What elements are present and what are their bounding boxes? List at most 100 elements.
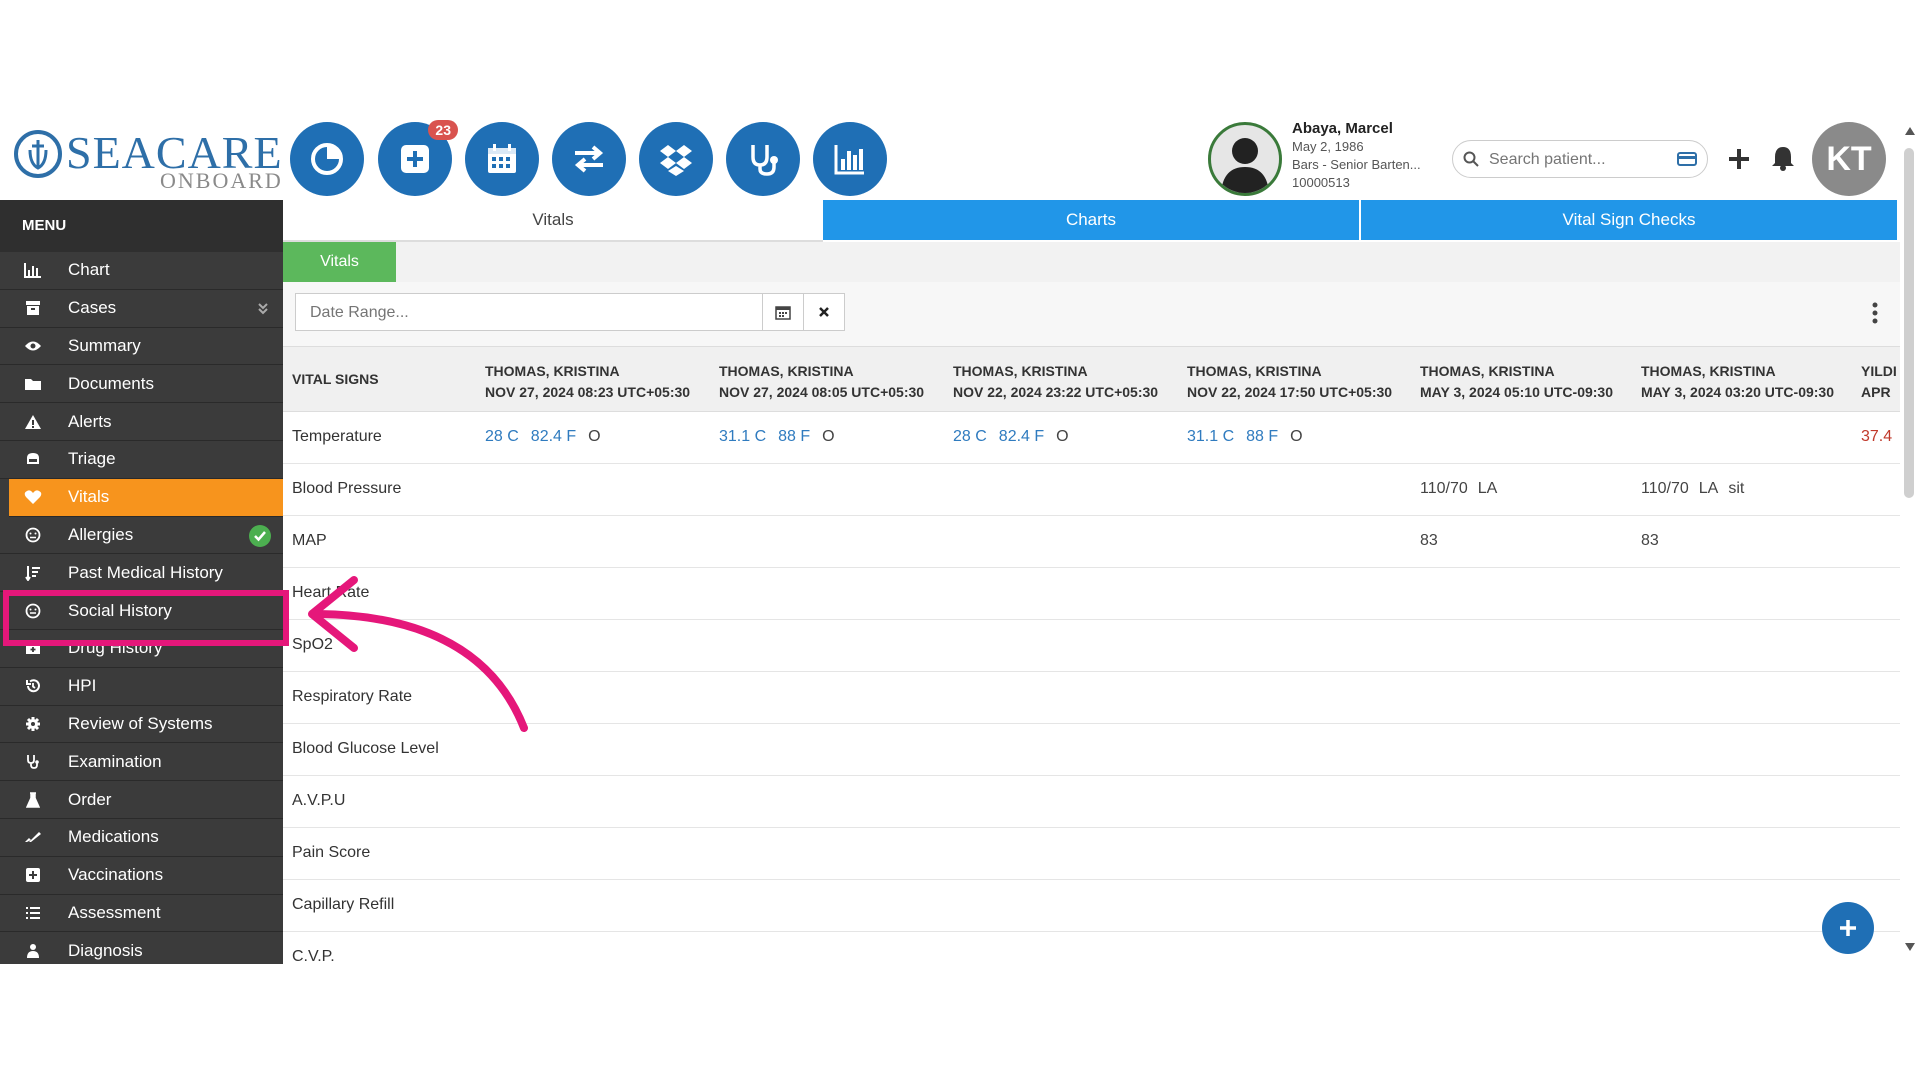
- row-label: SpO2: [292, 636, 333, 653]
- cog-icon: [22, 713, 44, 735]
- sidebar-item-allergies[interactable]: Allergies: [0, 517, 283, 555]
- calendar-picker-button[interactable]: [762, 293, 804, 331]
- temp-fahrenheit-link[interactable]: 82.4 F: [531, 428, 576, 445]
- table-header: VITAL SIGNS THOMAS, KRISTINA NOV 27, 2024…: [283, 347, 1900, 412]
- row-label: Heart Rate: [292, 584, 370, 601]
- bp-side: LA: [1477, 480, 1498, 497]
- sidebar-item-vitals[interactable]: Vitals: [9, 478, 283, 517]
- add-icon[interactable]: [1726, 146, 1752, 172]
- flask-icon: [22, 789, 44, 811]
- temp-celsius-link[interactable]: 37.4: [1861, 428, 1892, 445]
- sidebar-item-label: Order: [68, 789, 112, 809]
- tab-bar: Vitals Charts Vital Sign Checks: [283, 200, 1900, 242]
- patient-role: Bars - Senior Barten...: [1292, 157, 1421, 172]
- table-cell: 110/70 LA sit: [1641, 480, 1754, 498]
- dashboard-button[interactable]: [290, 122, 364, 196]
- sidebar-item-label: HPI: [68, 676, 97, 696]
- tab-charts[interactable]: Charts: [823, 200, 1359, 240]
- map-value: 83: [1420, 532, 1438, 549]
- smile-icon: [22, 600, 44, 622]
- transfer-button[interactable]: [552, 122, 626, 196]
- tab-vitals[interactable]: Vitals: [283, 200, 823, 242]
- patient-photo[interactable]: [1208, 122, 1282, 196]
- column-user: THOMAS, KRISTINA: [1641, 363, 1776, 379]
- sidebar-item-alerts[interactable]: Alerts: [0, 403, 283, 441]
- temp-celsius-link[interactable]: 31.1 C: [719, 428, 766, 445]
- temp-fahrenheit-link[interactable]: 82.4 F: [999, 428, 1044, 445]
- face-icon: [22, 524, 44, 546]
- sidebar-item-label: Review of Systems: [68, 713, 213, 733]
- temp-fahrenheit-link[interactable]: 88 F: [1246, 428, 1278, 445]
- sidebar-item-medications[interactable]: Medications: [0, 819, 283, 857]
- bp-position: sit: [1728, 480, 1745, 497]
- sidebar-item-diagnosis[interactable]: Diagnosis: [0, 932, 283, 964]
- column-date: NOV 22, 2024 17:50 UTC+05:30: [1187, 384, 1393, 400]
- sidebar-item-social-history[interactable]: Social History: [0, 592, 283, 630]
- date-range-input[interactable]: [308, 301, 742, 325]
- row-label: Blood Glucose Level: [292, 740, 439, 757]
- temp-site: O: [822, 428, 835, 445]
- column-header: THOMAS, KRISTINA MAY 3, 2024 05:10 UTC-09…: [1420, 361, 1613, 403]
- sidebar-item-vaccinations[interactable]: Vaccinations: [0, 857, 283, 895]
- column-date: NOV 27, 2024 08:23 UTC+05:30: [485, 384, 691, 400]
- sidebar-item-chart[interactable]: Chart: [0, 252, 283, 290]
- table-row-respiratory-rate: Respiratory Rate: [283, 672, 1900, 724]
- logo[interactable]: SEACARE ONBOARD: [14, 122, 282, 193]
- tab-vital-sign-checks[interactable]: Vital Sign Checks: [1361, 200, 1897, 240]
- sidebar-item-order[interactable]: Order: [0, 781, 283, 819]
- sidebar-item-cases[interactable]: Cases: [0, 290, 283, 328]
- briefcase-medical-icon: [22, 637, 44, 659]
- sidebar-item-summary[interactable]: Summary: [0, 328, 283, 366]
- sidebar-item-assessment[interactable]: Assessment: [0, 895, 283, 933]
- bell-icon[interactable]: [1770, 144, 1796, 172]
- vertical-scrollbar[interactable]: [1900, 116, 1920, 964]
- table-cell: 31.1 C 88 F O: [719, 428, 845, 446]
- pills-icon: [22, 826, 44, 848]
- add-vitals-fab-button[interactable]: [1822, 902, 1874, 954]
- reports-button[interactable]: [813, 122, 887, 196]
- user-avatar[interactable]: KT: [1812, 122, 1886, 196]
- temp-celsius-link[interactable]: 28 C: [953, 428, 987, 445]
- sidebar-item-label: Documents: [68, 373, 154, 393]
- column-date: MAY 3, 2024 05:10 UTC-09:30: [1420, 384, 1613, 400]
- table-row-heart-rate: Heart Rate: [283, 568, 1900, 620]
- more-options-icon[interactable]: [1872, 302, 1878, 329]
- row-label: MAP: [292, 532, 327, 549]
- row-label: A.V.P.U: [292, 792, 346, 809]
- scroll-up-icon[interactable]: [1904, 126, 1916, 136]
- table-cell: 110/70 LA: [1420, 480, 1507, 498]
- sidebar-item-triage[interactable]: Triage: [0, 441, 283, 479]
- sidebar-item-past-medical-history[interactable]: Past Medical History: [0, 554, 283, 593]
- calendar-button[interactable]: [465, 122, 539, 196]
- vital-signs-header: VITAL SIGNS: [292, 371, 379, 387]
- sort-icon: [22, 562, 44, 584]
- table-row-pain-score: Pain Score: [283, 828, 1900, 880]
- search-input[interactable]: [1487, 147, 1671, 173]
- scrollbar-thumb[interactable]: [1904, 148, 1914, 498]
- sidebar-item-examination[interactable]: Examination: [0, 743, 283, 782]
- clear-date-button[interactable]: [803, 293, 845, 331]
- temp-celsius-link[interactable]: 28 C: [485, 428, 519, 445]
- chevron-double-down-icon[interactable]: [257, 301, 269, 321]
- new-record-button[interactable]: 23: [378, 120, 458, 196]
- temp-celsius-link[interactable]: 31.1 C: [1187, 428, 1234, 445]
- patient-name[interactable]: Abaya, Marcel: [1292, 120, 1442, 138]
- card-scan-icon[interactable]: [1677, 151, 1697, 167]
- sidebar-item-review-of-systems[interactable]: Review of Systems: [0, 706, 283, 744]
- stethoscope-icon: [22, 751, 44, 773]
- row-label: Temperature: [292, 428, 382, 445]
- row-label: Blood Pressure: [292, 480, 402, 497]
- table-row-blood-pressure: Blood Pressure 110/70 LA 110/70 LA sit: [283, 464, 1900, 516]
- sidebar-item-drug-history[interactable]: Drug History: [0, 630, 283, 668]
- subtab-vitals[interactable]: Vitals: [283, 242, 396, 282]
- logo-sub-text: ONBOARD: [160, 168, 283, 193]
- temp-fahrenheit-link[interactable]: 88 F: [778, 428, 810, 445]
- row-label: C.V.P.: [292, 948, 335, 964]
- examination-button[interactable]: [726, 122, 800, 196]
- dropbox-button[interactable]: [639, 122, 713, 196]
- sidebar-item-hpi[interactable]: HPI: [0, 668, 283, 706]
- sidebar-item-documents[interactable]: Documents: [0, 365, 283, 404]
- column-header: THOMAS, KRISTINA MAY 3, 2024 03:20 UTC-09…: [1641, 361, 1834, 403]
- scroll-down-icon[interactable]: [1904, 942, 1916, 952]
- table-cell: 37.4: [1861, 428, 1892, 446]
